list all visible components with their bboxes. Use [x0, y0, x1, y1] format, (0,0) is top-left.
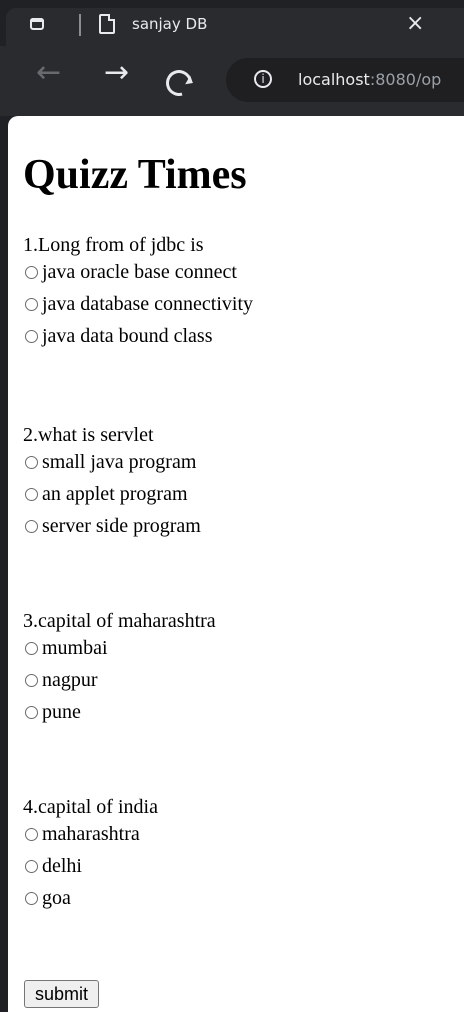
- submit-button[interactable]: submit: [24, 980, 100, 1008]
- option-label: pune: [42, 701, 81, 723]
- address-bar[interactable]: i localhost:8080/op: [226, 58, 464, 102]
- option-label: java database connectivity: [42, 293, 254, 315]
- question-text: 2.what is servlet: [23, 424, 154, 446]
- option-label: nagpur: [42, 669, 98, 691]
- radio-button[interactable]: [25, 265, 38, 279]
- browser-toolbar: ← → i localhost:8080/op: [0, 46, 464, 116]
- option-label: small java program: [42, 451, 197, 473]
- radio-button[interactable]: [25, 673, 38, 687]
- option-label: java oracle base connect: [42, 261, 237, 283]
- option-2[interactable]: java database connectivity: [25, 288, 253, 320]
- radio-button[interactable]: [25, 827, 38, 841]
- radio-button[interactable]: [25, 455, 38, 469]
- question-4: 4.capital of india maharashtra delhi goa: [23, 796, 158, 914]
- page-icon: [99, 14, 115, 34]
- forward-icon[interactable]: →: [104, 58, 129, 88]
- tab-title[interactable]: sanjay DB: [132, 15, 207, 33]
- option-1[interactable]: mumbai: [25, 632, 216, 664]
- radio-button[interactable]: [25, 891, 38, 905]
- page-title: Quizz Times: [23, 152, 247, 198]
- url-path: :8080/op: [369, 70, 442, 89]
- close-icon[interactable]: ×: [406, 13, 424, 35]
- option-label: mumbai: [42, 637, 108, 659]
- option-3[interactable]: goa: [25, 882, 158, 914]
- radio-button[interactable]: [25, 641, 38, 655]
- option-label: goa: [42, 887, 71, 909]
- option-label: server side program: [42, 515, 201, 537]
- question-1: 1.Long from of jdbc is java oracle base …: [23, 234, 253, 352]
- option-2[interactable]: nagpur: [25, 664, 216, 696]
- option-label: maharashtra: [42, 823, 140, 845]
- radio-button[interactable]: [25, 705, 38, 719]
- option-label: delhi: [42, 855, 82, 877]
- question-text: 1.Long from of jdbc is: [23, 234, 204, 256]
- option-1[interactable]: small java program: [25, 446, 201, 478]
- question-text: 3.capital of maharashtra: [23, 610, 216, 632]
- option-3[interactable]: pune: [25, 696, 216, 728]
- back-icon[interactable]: ←: [36, 58, 61, 88]
- radio-button[interactable]: [25, 329, 38, 343]
- tab-strip: sanjay DB ×: [0, 0, 464, 46]
- radio-button[interactable]: [25, 519, 38, 533]
- option-2[interactable]: an applet program: [25, 478, 201, 510]
- page-content: Quizz Times 1.Long from of jdbc is java …: [8, 116, 464, 1012]
- radio-button[interactable]: [25, 297, 38, 311]
- url-host: localhost: [298, 70, 370, 89]
- option-label: an applet program: [42, 483, 188, 505]
- url-text[interactable]: localhost:8080/op: [298, 70, 441, 89]
- browser-tab[interactable]: [6, 8, 464, 46]
- option-1[interactable]: java oracle base connect: [25, 256, 253, 288]
- reload-icon[interactable]: [161, 65, 197, 101]
- option-2[interactable]: delhi: [25, 850, 158, 882]
- option-label: java data bound class: [42, 325, 213, 347]
- info-icon[interactable]: i: [254, 70, 272, 88]
- question-text: 4.capital of india: [23, 796, 158, 818]
- radio-button[interactable]: [25, 487, 38, 501]
- option-1[interactable]: maharashtra: [25, 818, 158, 850]
- question-2: 2.what is servlet small java program an …: [23, 424, 201, 542]
- tab-list-icon[interactable]: [30, 18, 44, 30]
- question-3: 3.capital of maharashtra mumbai nagpur p…: [23, 610, 216, 728]
- option-3[interactable]: java data bound class: [25, 320, 253, 352]
- radio-button[interactable]: [25, 859, 38, 873]
- option-3[interactable]: server side program: [25, 510, 201, 542]
- tab-divider: [79, 14, 81, 36]
